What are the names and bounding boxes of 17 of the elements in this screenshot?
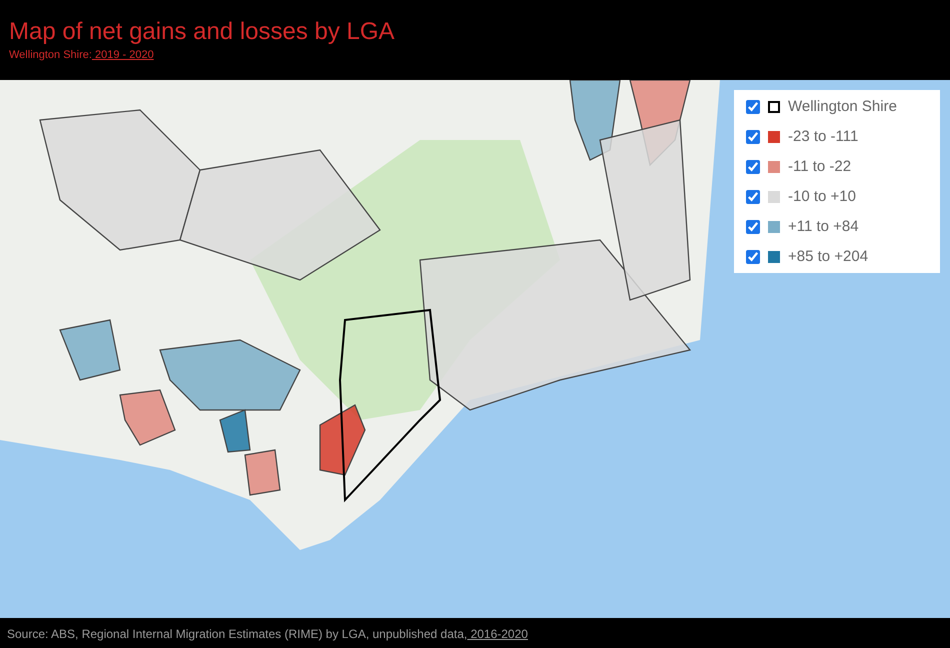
source-note: Source: ABS, Regional Internal Migration Estimates (RIME) by LGA, unpublished data, — [7, 627, 468, 643]
period-link[interactable]: 2016-2020 — [467, 627, 528, 648]
legend-checkbox[interactable] — [746, 130, 760, 144]
region-label: Wellington Shire: — [9, 49, 92, 61]
legend-checkbox[interactable] — [746, 160, 760, 174]
legend-label: -11 to -22 — [788, 158, 852, 175]
legend-label: +11 to +84 — [788, 218, 859, 235]
legend-checkbox[interactable] — [746, 220, 760, 234]
legend-checkbox[interactable] — [746, 100, 760, 114]
legend-label: -23 to -111 — [788, 128, 858, 145]
legend-label: +85 to +204 — [788, 248, 868, 265]
legend-checkbox[interactable] — [746, 190, 760, 204]
legend-label: Wellington Shire — [788, 98, 897, 115]
legend-checkbox[interactable] — [746, 250, 760, 264]
map-title: Map of net gains and losses by LGA — [9, 18, 396, 46]
period-link[interactable]: 2019 - 2020 — [92, 49, 154, 61]
legend-label: -10 to +10 — [788, 188, 856, 205]
